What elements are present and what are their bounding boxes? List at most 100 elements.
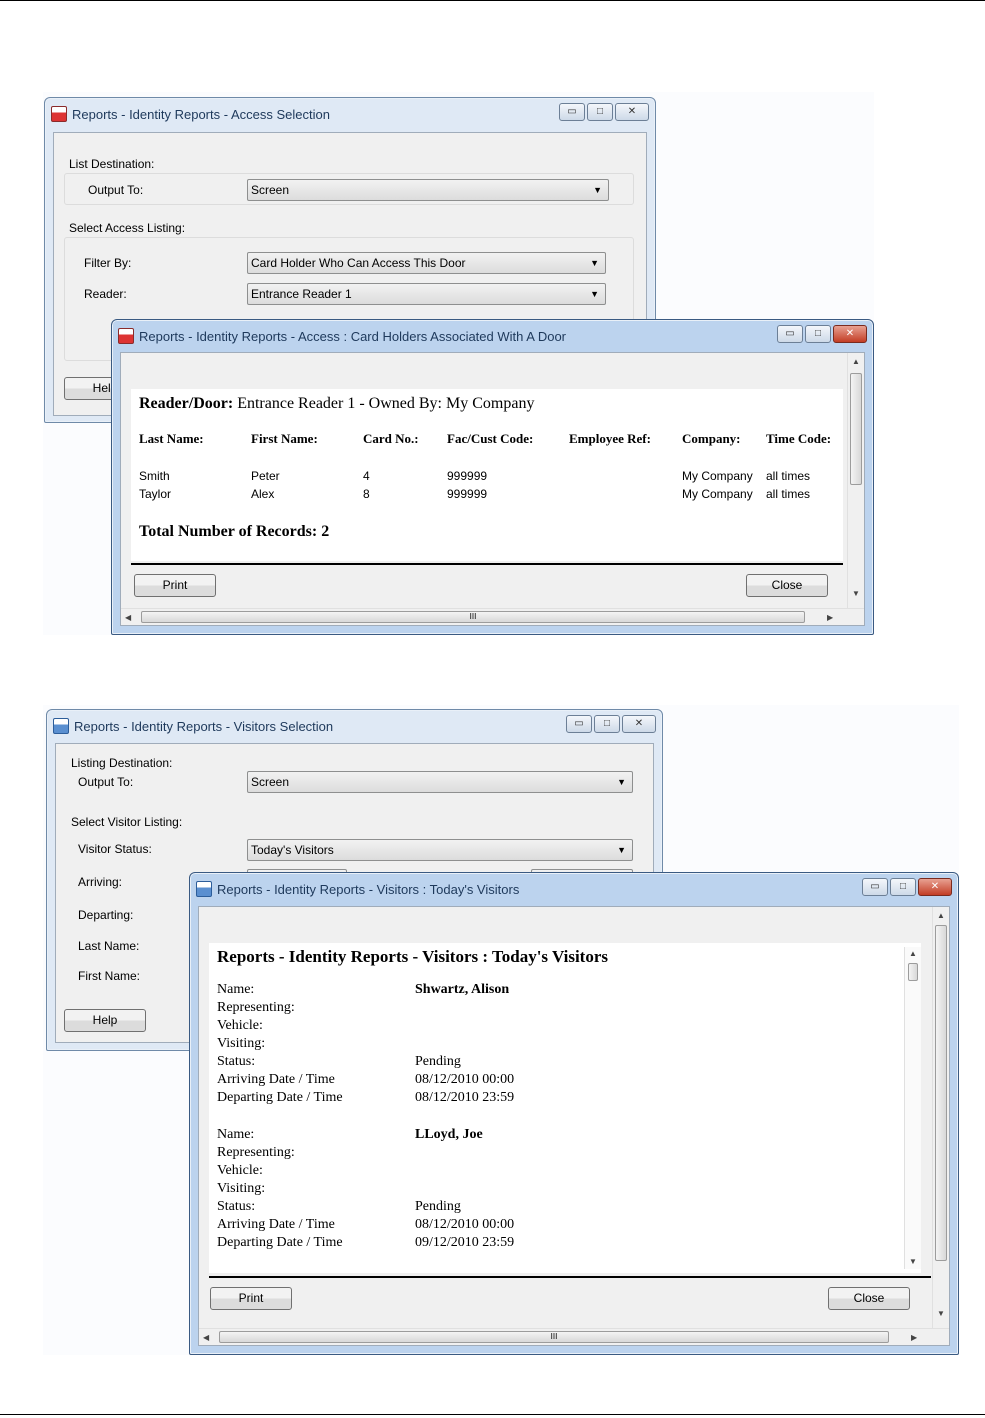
close-icon[interactable]: ✕ — [622, 715, 656, 733]
visitor-status-value: Today's Visitors — [251, 843, 334, 857]
visitors-selection-titlebar: Reports - Identity Reports - Visitors Se… — [53, 714, 656, 738]
output-to-value: Screen — [251, 775, 290, 789]
scroll-thumb[interactable] — [935, 925, 947, 1261]
reader-label: Reader: — [84, 287, 127, 301]
maximize-icon[interactable]: □ — [805, 325, 831, 343]
field-label-arriving: Arriving Date / Time — [217, 1217, 335, 1232]
scroll-up-icon[interactable]: ▲ — [937, 911, 945, 920]
scroll-thumb[interactable] — [908, 963, 918, 981]
col-last-name: Last Name: — [139, 431, 204, 446]
close-button[interactable]: Close — [746, 574, 828, 597]
output-to-select[interactable]: Screen ▼ — [247, 771, 633, 793]
visitors-screenshot: Reports - Identity Reports - Visitors Se… — [43, 705, 959, 1355]
visitor-values: LLoyd, Joe Pending 08/12/2010 00:00 09/1… — [415, 1126, 715, 1252]
visitor-status-select[interactable]: Today's Visitors ▼ — [247, 839, 633, 861]
scroll-left-icon[interactable]: ◀ — [125, 613, 131, 622]
window-controls: ▭ □ ✕ — [777, 325, 867, 343]
print-button[interactable]: Print — [134, 574, 216, 597]
table-cell: 999999 — [447, 469, 488, 483]
filter-by-label: Filter By: — [84, 256, 132, 270]
col-company: Company: — [682, 431, 741, 446]
close-button[interactable]: Close — [828, 1287, 910, 1310]
table-cell: My Company — [682, 487, 753, 501]
table-cell: Smith — [139, 469, 170, 483]
close-icon[interactable]: ✕ — [615, 103, 649, 121]
col-employee-ref: Employee Ref: — [569, 431, 651, 446]
first-name-label: First Name: — [78, 969, 141, 983]
maximize-icon[interactable]: □ — [594, 715, 620, 733]
field-label-representing: Representing: — [217, 1000, 295, 1015]
page-bottom-rule — [0, 1414, 985, 1415]
print-button[interactable]: Print — [210, 1287, 292, 1310]
last-name-label: Last Name: — [78, 939, 140, 953]
reader-door-label: Reader/Door: — [139, 395, 234, 412]
close-icon[interactable]: ✕ — [918, 878, 952, 896]
visitors-report-titlebar: Reports - Identity Reports - Visitors : … — [196, 877, 952, 901]
access-screenshot: Reports - Identity Reports - Access Sele… — [43, 92, 874, 635]
minimize-icon[interactable]: ▭ — [566, 715, 592, 733]
field-label-name: Name: — [217, 1127, 255, 1142]
chevron-down-icon: ▼ — [617, 777, 626, 787]
visitor-visiting — [415, 1035, 715, 1053]
reader-door-line: Reader/Door: Entrance Reader 1 - Owned B… — [139, 395, 534, 413]
scroll-down-icon[interactable]: ▼ — [937, 1309, 945, 1318]
visitor-representing — [415, 1144, 715, 1162]
access-report-document: Reader/Door: Entrance Reader 1 - Owned B… — [131, 389, 843, 561]
col-fac-cust-code: Fac/Cust Code: — [447, 431, 534, 446]
reader-value: Entrance Reader 1 — [251, 287, 352, 301]
minimize-icon[interactable]: ▭ — [777, 325, 803, 343]
field-label-status: Status: — [217, 1054, 256, 1069]
scroll-right-icon[interactable]: ▶ — [911, 1333, 917, 1342]
scroll-thumb[interactable]: III — [219, 1331, 889, 1343]
field-label-vehicle: Vehicle: — [217, 1018, 263, 1033]
scroll-thumb[interactable] — [850, 373, 862, 485]
maximize-icon[interactable]: □ — [587, 103, 613, 121]
field-label-status: Status: — [217, 1199, 256, 1214]
report-app-icon — [196, 881, 212, 897]
vertical-scrollbar[interactable]: ▲ ▼ — [932, 907, 949, 1328]
scroll-right-icon[interactable]: ▶ — [827, 613, 833, 622]
field-label-vehicle: Vehicle: — [217, 1163, 263, 1178]
minimize-icon[interactable]: ▭ — [862, 878, 888, 896]
inner-vertical-scrollbar[interactable]: ▲ ▼ — [904, 947, 921, 1269]
scroll-up-icon[interactable]: ▲ — [852, 357, 860, 366]
table-cell: Alex — [251, 487, 275, 501]
maximize-icon[interactable]: □ — [890, 878, 916, 896]
access-report-window: Reports - Identity Reports - Access : Ca… — [111, 319, 874, 635]
close-icon[interactable]: ✕ — [833, 325, 867, 343]
reader-select[interactable]: Entrance Reader 1 ▼ — [247, 283, 606, 305]
access-selection-titlebar: Reports - Identity Reports - Access Sele… — [51, 102, 649, 126]
field-label-departing: Departing Date / Time — [217, 1090, 343, 1105]
report-separator — [209, 1276, 931, 1278]
report-app-icon — [53, 718, 69, 734]
scroll-thumb[interactable]: III — [141, 611, 805, 623]
window-controls: ▭ □ ✕ — [566, 715, 656, 733]
vertical-scrollbar[interactable]: ▲ ▼ — [847, 353, 864, 608]
table-cell: 8 — [363, 487, 370, 501]
reader-door-value: Entrance Reader 1 - Owned By: My Company — [237, 395, 535, 412]
help-button[interactable]: Help — [64, 1009, 146, 1032]
output-to-select[interactable]: Screen ▼ — [247, 179, 609, 201]
horizontal-scrollbar[interactable]: ◀ III ▶ — [121, 608, 864, 625]
horizontal-scrollbar[interactable]: ◀ III ▶ — [199, 1328, 949, 1345]
visitor-status-label: Visitor Status: — [78, 842, 152, 856]
report-separator — [131, 563, 843, 565]
window-title: Reports - Identity Reports - Access : Ca… — [139, 328, 567, 344]
minimize-icon[interactable]: ▭ — [559, 103, 585, 121]
filter-by-select[interactable]: Card Holder Who Can Access This Door ▼ — [247, 252, 606, 274]
chevron-down-icon: ▼ — [593, 185, 602, 195]
visitor-vehicle — [415, 1162, 715, 1180]
arriving-label: Arriving: — [78, 875, 123, 889]
scroll-up-icon[interactable]: ▲ — [909, 949, 917, 958]
col-time-code: Time Code: — [766, 431, 832, 446]
scroll-left-icon[interactable]: ◀ — [203, 1333, 209, 1342]
chevron-down-icon: ▼ — [590, 258, 599, 268]
visitors-report-window: Reports - Identity Reports - Visitors : … — [189, 872, 959, 1355]
visitor-departing: 08/12/2010 23:59 — [415, 1090, 515, 1105]
scroll-down-icon[interactable]: ▼ — [852, 589, 860, 598]
scroll-down-icon[interactable]: ▼ — [909, 1257, 917, 1266]
output-to-label: Output To: — [88, 183, 144, 197]
table-cell: 999999 — [447, 487, 488, 501]
visitor-arriving: 08/12/2010 00:00 — [415, 1072, 515, 1087]
report-heading: Reports - Identity Reports - Visitors : … — [217, 947, 609, 966]
